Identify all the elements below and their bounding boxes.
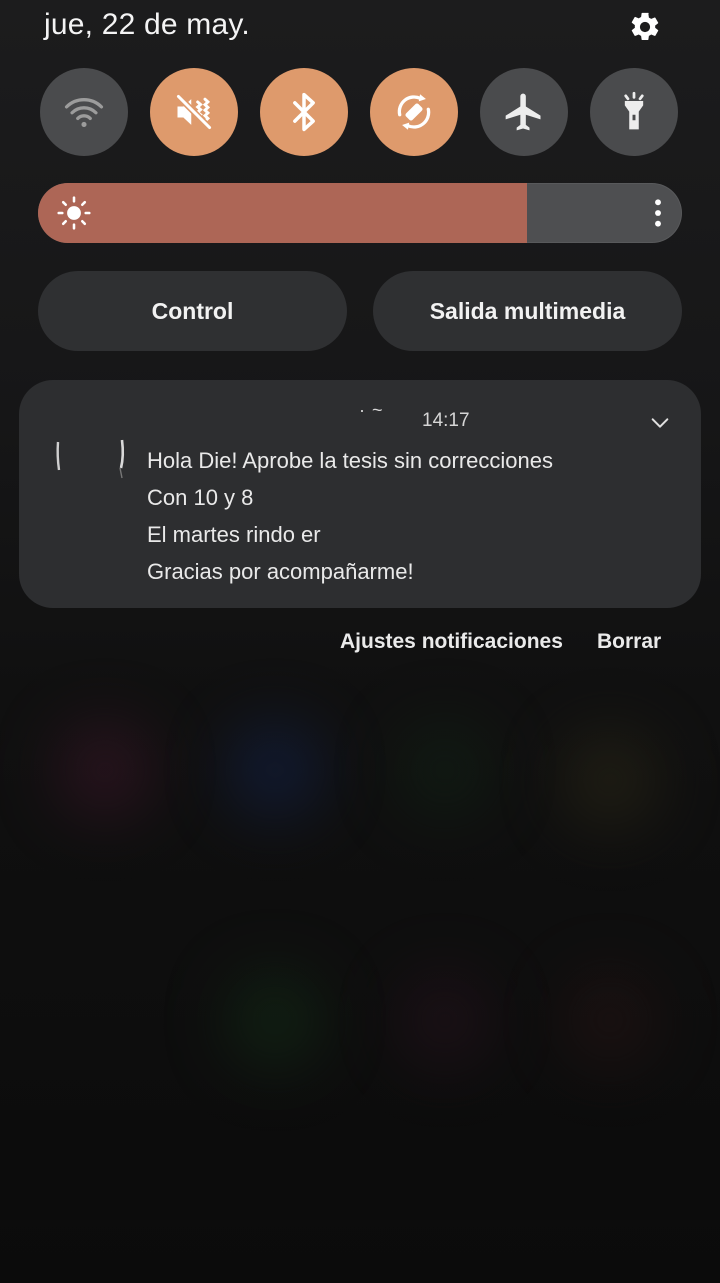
clear-notifications-button[interactable]: Borrar bbox=[597, 630, 661, 654]
blurred-app-icon bbox=[225, 970, 325, 1070]
brightness-slider[interactable] bbox=[38, 183, 682, 243]
sun-icon bbox=[57, 196, 91, 230]
date-label: jue, 22 de may. bbox=[44, 8, 250, 41]
sound-toggle[interactable] bbox=[150, 68, 238, 156]
brightness-level-fill bbox=[38, 183, 528, 243]
airplane-icon bbox=[505, 93, 541, 131]
notification-time: 14:17 bbox=[422, 410, 470, 431]
more-vert-icon[interactable] bbox=[650, 197, 666, 229]
message-line: El martes rindo er bbox=[147, 522, 321, 547]
media-output-button[interactable]: Salida multimedia bbox=[373, 271, 682, 351]
wifi-icon bbox=[64, 98, 104, 128]
bluetooth-icon bbox=[293, 92, 315, 132]
blurred-app-icon bbox=[225, 720, 325, 820]
blurred-app-icon bbox=[560, 730, 660, 830]
airplane-mode-toggle[interactable] bbox=[480, 68, 568, 156]
flashlight-toggle[interactable] bbox=[590, 68, 678, 156]
message-line: Con 10 y 8 bbox=[147, 485, 254, 510]
vibrate-mute-icon bbox=[175, 93, 213, 131]
quick-panel-header: jue, 22 de may. bbox=[44, 4, 680, 48]
quick-settings-row bbox=[40, 68, 680, 156]
auto-rotate-icon bbox=[397, 94, 431, 130]
message-line: Gracias por acompañarme! bbox=[147, 559, 414, 584]
gear-icon[interactable] bbox=[628, 10, 662, 44]
avatar bbox=[54, 418, 126, 486]
chevron-down-icon[interactable] bbox=[649, 412, 671, 434]
app-name: · ~ bbox=[359, 400, 384, 420]
blurred-app-icon bbox=[560, 970, 660, 1070]
auto-rotate-toggle[interactable] bbox=[370, 68, 458, 156]
notification-settings-button[interactable]: Ajustes notificaciones bbox=[340, 630, 563, 654]
message-line: Hola Die! Aprobe la tesis sin correccion… bbox=[147, 448, 553, 473]
blurred-app-icon bbox=[395, 970, 495, 1070]
bluetooth-toggle[interactable] bbox=[260, 68, 348, 156]
blurred-app-icon bbox=[55, 720, 155, 820]
blurred-app-icon bbox=[395, 720, 495, 820]
flashlight-icon bbox=[624, 91, 644, 130]
wifi-toggle[interactable] bbox=[40, 68, 128, 156]
notification-card[interactable]: · ~ 14:17 Hola Die! Aprobe la tesis sin … bbox=[19, 380, 701, 608]
control-button[interactable]: Control bbox=[38, 271, 347, 351]
